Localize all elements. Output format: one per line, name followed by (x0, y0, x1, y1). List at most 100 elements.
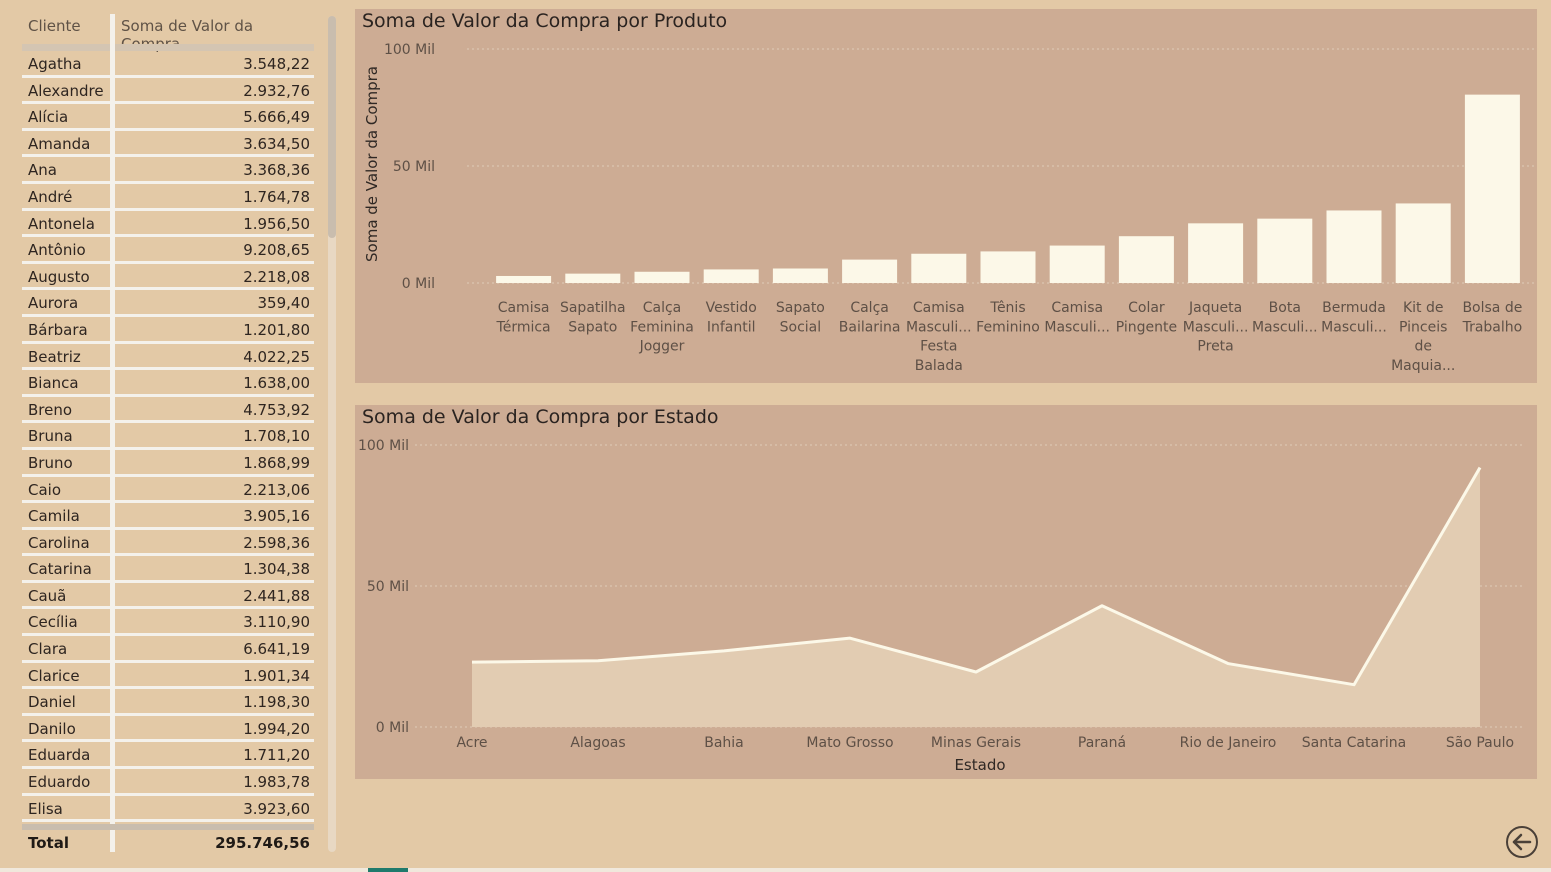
active-page-tab[interactable] (368, 868, 408, 872)
table-row[interactable]: Cauã 2.441,88 (22, 583, 314, 610)
table-row[interactable]: Aurora 359,40 (22, 290, 314, 317)
cell-valor: 2.441,88 (243, 586, 310, 605)
table-row[interactable]: Bruno 1.868,99 (22, 450, 314, 477)
table-row[interactable]: Alexandre 2.932,76 (22, 78, 314, 105)
scrollbar-thumb[interactable] (328, 16, 336, 238)
table-row[interactable]: Daniel 1.198,30 (22, 689, 314, 716)
table-row[interactable]: Agatha 3.548,22 (22, 51, 314, 78)
cell-cliente: Agatha (28, 55, 82, 73)
cell-valor: 1.764,78 (243, 187, 310, 206)
table-row[interactable]: Clara 6.641,19 (22, 636, 314, 663)
x-category-label: Masculi... (906, 319, 972, 335)
area-chart-estado[interactable]: Soma de Valor da Compra por Estado 0 Mil… (355, 405, 1537, 779)
x-category-label: Maquia... (1391, 358, 1455, 374)
cell-valor: 9.208,65 (243, 241, 310, 260)
series-line (471, 466, 1482, 687)
bar (1464, 94, 1520, 283)
cell-valor: 1.198,30 (243, 693, 310, 712)
table-row[interactable]: Eduarda 1.711,20 (22, 742, 314, 770)
cell-valor: 3.923,60 (243, 799, 310, 818)
cell-valor: 2.598,36 (243, 533, 310, 552)
cell-valor: 1.983,78 (243, 773, 310, 792)
cell-valor: 1.868,99 (243, 453, 310, 472)
cell-cliente: Augusto (28, 267, 90, 286)
cell-cliente: Aurora (28, 294, 79, 313)
table-row[interactable]: Bianca 1.638,00 (22, 370, 314, 397)
table-row[interactable]: Catarina 1.304,38 (22, 556, 314, 583)
x-category-label: Kit de (1403, 300, 1444, 316)
total-row: Total 295.746,56 (22, 832, 314, 854)
table-row[interactable]: Bárbara 1.201,80 (22, 317, 314, 344)
table-scrollbar[interactable] (328, 16, 336, 852)
x-category-label: São Paulo (1446, 735, 1514, 751)
table-row[interactable]: Danilo 1.994,20 (22, 716, 314, 743)
cell-valor: 1.638,00 (243, 374, 310, 393)
bar (980, 251, 1036, 283)
x-category-label: Sapato (776, 300, 825, 316)
bar (1118, 236, 1174, 283)
cell-cliente: Eduarda (28, 746, 91, 765)
y-tick-label: 100 Mil (358, 438, 409, 454)
x-category-label: Balada (915, 358, 963, 374)
table-body: Agatha 3.548,22 Alexandre 2.932,76 Alícia 5.6… (22, 51, 314, 823)
table-row[interactable]: Amanda 3.634,50 (22, 131, 314, 158)
cell-cliente: Carolina (28, 533, 90, 552)
cell-valor: 4.753,92 (243, 400, 310, 419)
cell-valor: 5.666,49 (243, 108, 310, 127)
cell-valor: 3.905,16 (243, 507, 310, 526)
table-row[interactable]: Eduardo 1.983,78 (22, 769, 314, 796)
table-row[interactable]: Bruna 1.708,10 (22, 423, 314, 450)
y-tick-label: 0 Mil (402, 276, 435, 292)
table-row[interactable]: Breno 4.753,92 (22, 397, 314, 424)
total-value: 295.746,56 (215, 834, 310, 852)
table-row[interactable]: Elisa 3.923,60 (22, 796, 314, 823)
x-category-label: Feminino (976, 319, 1040, 335)
x-category-label: Calça (643, 300, 682, 316)
x-category-label: Tênis (989, 300, 1025, 316)
x-category-label: Camisa (913, 300, 965, 316)
x-category-label: de (1414, 339, 1432, 355)
cell-valor: 359,40 (257, 294, 311, 313)
table-row[interactable]: Augusto 2.218,08 (22, 264, 314, 291)
x-category-label: Preta (1197, 339, 1233, 355)
bar (1395, 203, 1451, 283)
cell-valor: 3.634,50 (243, 134, 310, 153)
x-category-label: Santa Catarina (1302, 735, 1406, 751)
cell-valor: 1.901,34 (243, 666, 310, 685)
table-row[interactable]: André 1.764,78 (22, 184, 314, 211)
bar (1049, 245, 1105, 283)
table-row[interactable]: Antonela 1.956,50 (22, 211, 314, 238)
y-tick-label: 0 Mil (376, 720, 409, 736)
area-fill (472, 467, 1480, 727)
cell-cliente: Breno (28, 400, 73, 419)
cell-cliente: Ana (28, 161, 57, 180)
cell-valor: 2.932,76 (243, 81, 310, 100)
area-chart-canvas: 0 Mil 50 Mil 100 Mil Acre Alagoas Bahia Mato G… (358, 438, 1525, 774)
x-axis-title: Estado (954, 756, 1005, 774)
table-row[interactable]: Carolina 2.598,36 (22, 530, 314, 557)
back-button[interactable] (1506, 826, 1538, 858)
table-row[interactable]: Cecília 3.110,90 (22, 609, 314, 637)
cell-cliente: Cauã (28, 586, 67, 605)
table-row[interactable]: Ana 3.368,36 (22, 157, 314, 184)
cell-cliente: Antonela (28, 214, 95, 233)
column-header-cliente[interactable]: Cliente (28, 17, 81, 35)
bar-chart-produto[interactable]: Soma de Valor da Compra por Produto 0 Mi… (355, 9, 1537, 383)
cell-valor: 2.213,06 (243, 480, 310, 499)
table-row[interactable]: Caio 2.213,06 (22, 477, 314, 504)
cell-valor: 1.956,50 (243, 214, 310, 233)
cell-valor: 1.201,80 (243, 320, 310, 339)
cell-cliente: Daniel (28, 693, 76, 712)
table-row[interactable]: Antônio 9.208,65 (22, 237, 314, 264)
y-tick-label: 100 Mil (384, 42, 435, 58)
table-row[interactable]: Beatriz 4.022,25 (22, 344, 314, 371)
cell-cliente: Beatriz (28, 347, 81, 366)
table-row[interactable]: Camila 3.905,16 (22, 503, 314, 530)
cell-valor: 2.218,08 (243, 267, 310, 286)
table-row[interactable]: Alícia 5.666,49 (22, 104, 314, 131)
cell-cliente: Alícia (28, 108, 69, 127)
cell-cliente: Clarice (28, 666, 80, 685)
table-row[interactable]: Clarice 1.901,34 (22, 663, 314, 690)
y-axis-title: Soma de Valor da Compra (363, 66, 381, 262)
header-divider (22, 44, 314, 51)
